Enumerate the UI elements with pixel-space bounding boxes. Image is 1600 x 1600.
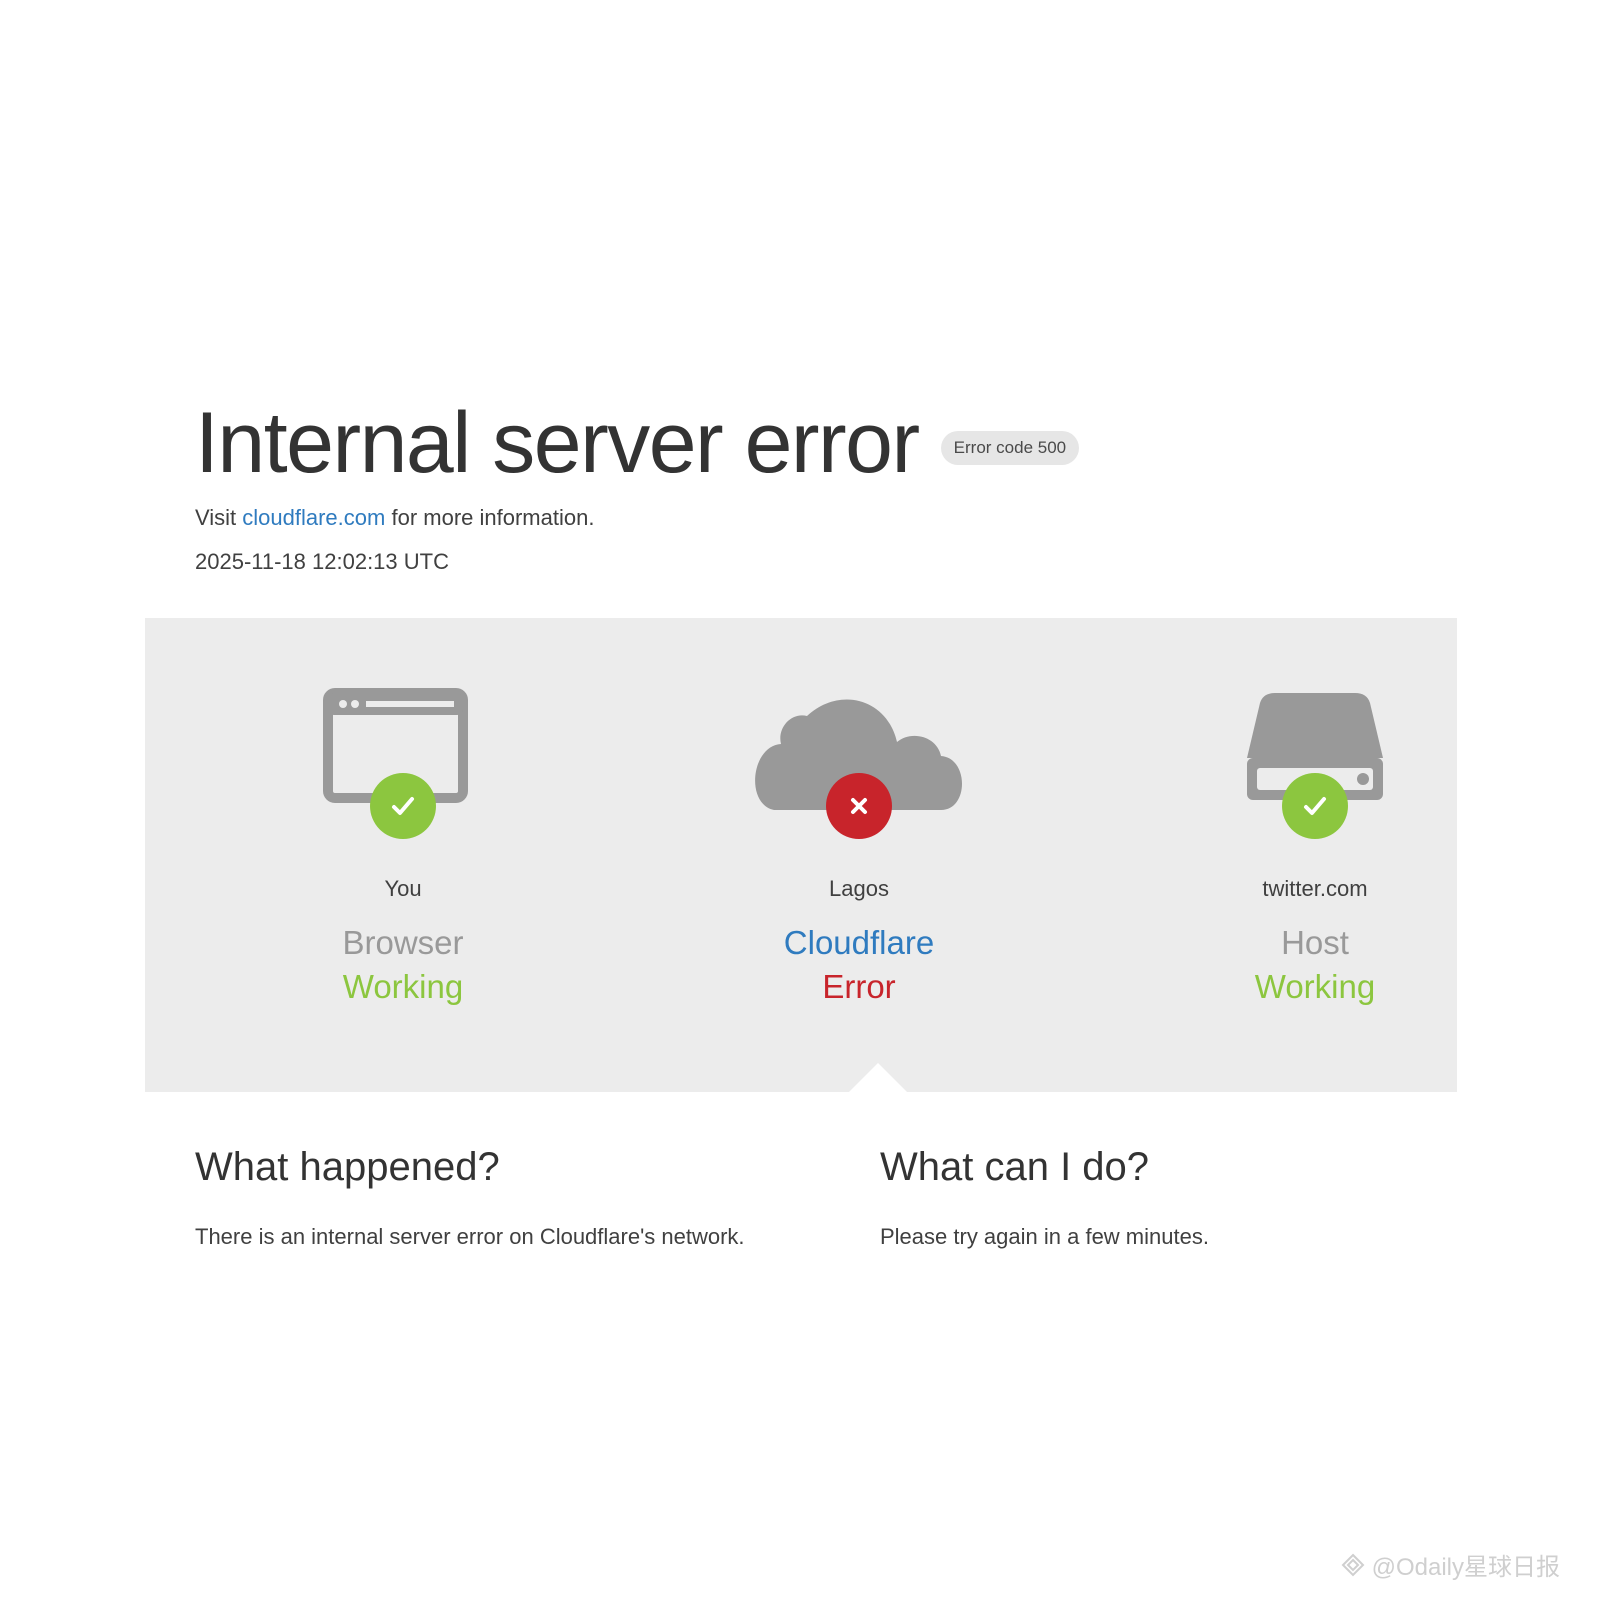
close-icon: [851, 798, 867, 814]
check-icon: [1304, 797, 1326, 815]
error-header: Internal server error Error code 500 Vis…: [195, 395, 1395, 575]
what-happened-title: What happened?: [195, 1145, 500, 1189]
cloudflare-error-badge: [826, 773, 892, 839]
visit-prefix: Visit: [195, 505, 243, 530]
browser-icon-wrap: [223, 618, 583, 848]
cloud-icon-wrap: [679, 618, 1039, 848]
panel-notch: [848, 1063, 908, 1093]
cloudflare-link[interactable]: cloudflare.com: [242, 505, 385, 530]
watermark-logo-icon: [1341, 1553, 1365, 1576]
host-location: twitter.com: [1262, 876, 1368, 901]
watermark-text: @Odaily星球日报: [1371, 1554, 1560, 1581]
page-title: Internal server error: [195, 395, 920, 491]
host-kind: Host: [1281, 924, 1349, 961]
host-state: Working: [1254, 968, 1376, 1005]
check-icon: [392, 797, 414, 815]
cloudflare-state: Error: [822, 968, 896, 1005]
timestamp: 2025-11-18 12:02:13 UTC: [195, 549, 449, 574]
what-happened-section: What happened? There is an internal serv…: [195, 1145, 835, 1250]
browser-state: Working: [342, 968, 464, 1005]
browser-ok-badge: [370, 773, 436, 839]
host-ok-badge: [1282, 773, 1348, 839]
cloudflare-kind-link[interactable]: Cloudflare: [679, 924, 1039, 962]
what-can-i-do-text: Please try again in a few minutes.: [880, 1224, 1209, 1249]
browser-kind: Browser: [342, 924, 464, 961]
host-icon-wrap: [1135, 618, 1495, 848]
browser-location: You: [384, 876, 422, 901]
status-host: twitter.com Host Working: [1135, 618, 1495, 1006]
status-cloudflare: Lagos Cloudflare Error: [679, 618, 1039, 1006]
watermark: @Odaily星球日报: [1340, 1547, 1560, 1582]
visit-line: Visit cloudflare.com for more informatio…: [195, 505, 1395, 531]
title-row: Internal server error Error code 500: [195, 395, 1395, 491]
what-can-i-do-section: What can I do? Please try again in a few…: [880, 1145, 1520, 1250]
status-browser: You Browser Working: [223, 618, 583, 1006]
error-code-badge: Error code 500: [940, 431, 1080, 465]
visit-suffix: for more information.: [385, 505, 595, 530]
what-happened-text: There is an internal server error on Clo…: [195, 1224, 745, 1249]
status-panel: You Browser Working Lagos Cloudflare Err…: [145, 618, 1457, 1092]
cloudflare-location: Lagos: [829, 876, 889, 901]
what-can-i-do-title: What can I do?: [880, 1145, 1150, 1189]
